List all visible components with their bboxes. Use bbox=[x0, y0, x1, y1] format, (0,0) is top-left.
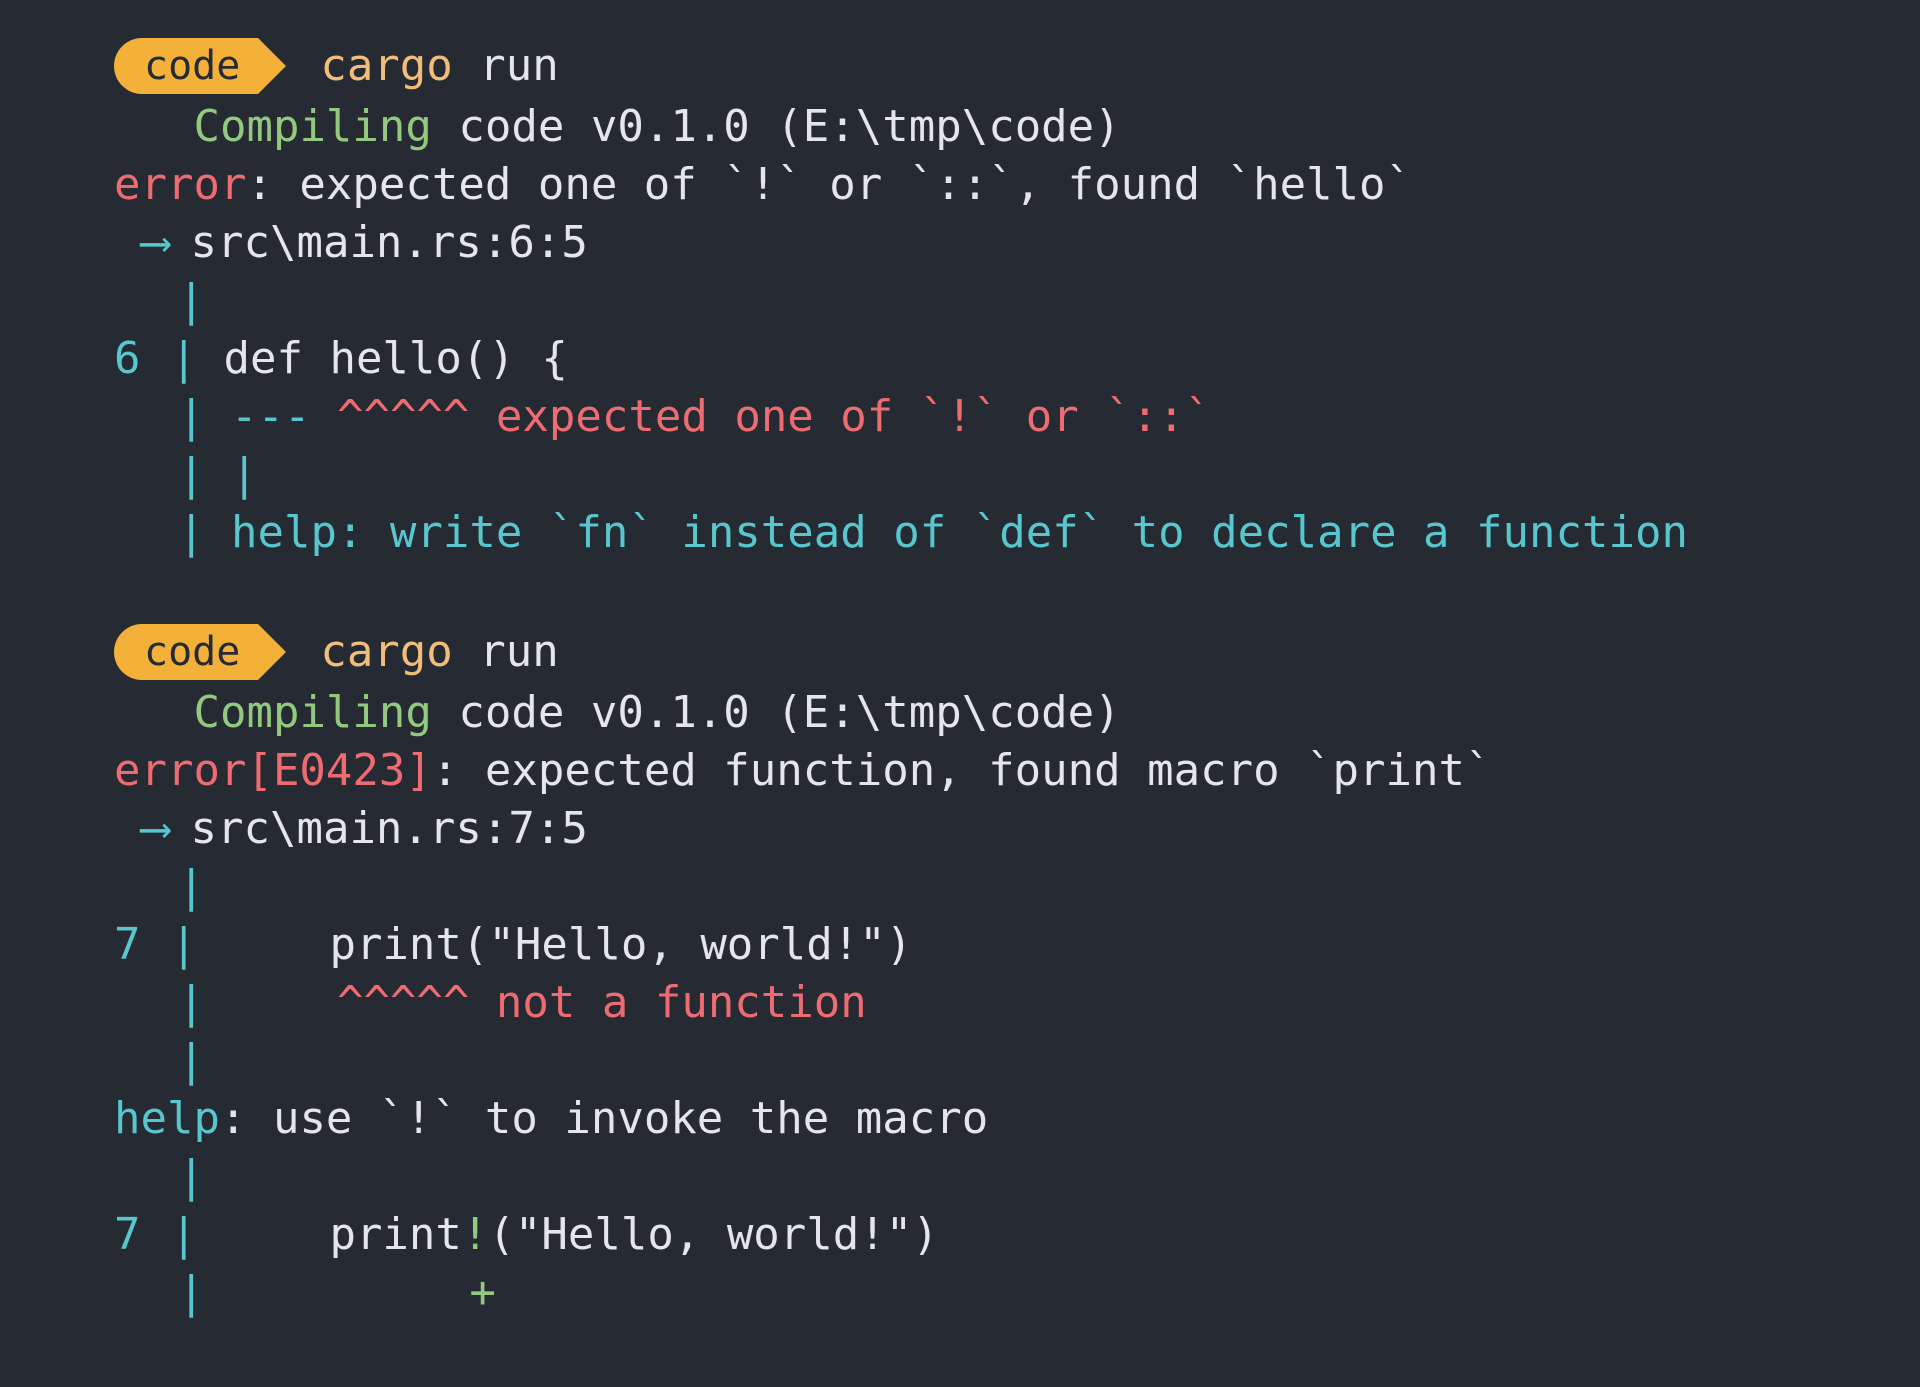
annotation-line-1: | --- ^^^^^ expected one of `!` or `::` bbox=[0, 388, 1920, 446]
prompt-badge-label: code bbox=[144, 43, 241, 89]
block-separator bbox=[0, 562, 1920, 620]
help-text: help: write `fn` instead of `def` to dec… bbox=[204, 507, 1688, 558]
source-line-7a: 7 | print("Hello, world!") bbox=[0, 916, 1920, 974]
prompt-badge-2: code bbox=[114, 624, 287, 680]
command-args: run bbox=[452, 626, 559, 677]
help-label: help bbox=[114, 1093, 220, 1144]
gutter-pipe: | bbox=[178, 507, 205, 558]
error-severity: error bbox=[114, 745, 247, 796]
error-header-1: error: expected one of `!` or `::`, foun… bbox=[0, 156, 1920, 214]
compiling-status: Compiling bbox=[193, 101, 432, 152]
help-text: : use `!` to invoke the macro bbox=[219, 1093, 989, 1144]
command-block-1: code cargo run Compiling code v0.1.0 (E:… bbox=[0, 34, 1920, 562]
command-program: cargo bbox=[320, 40, 453, 91]
gutter-pipe: | bbox=[178, 861, 205, 912]
annotation-carets: ^^^^^ bbox=[310, 391, 470, 442]
prompt-badge-label: code bbox=[144, 629, 241, 675]
gutter-pipe: | bbox=[170, 1209, 198, 1260]
gutter-pipe: | bbox=[170, 333, 198, 384]
gutter-pipe: | bbox=[178, 449, 205, 500]
source-code: def hello() { bbox=[197, 333, 568, 384]
source-code-after: ("Hello, world!") bbox=[488, 1209, 939, 1260]
gutter-pipe: | bbox=[178, 977, 205, 1028]
gutter-pipe: | bbox=[178, 275, 205, 326]
annotation-carets: ^^^^^ bbox=[204, 977, 470, 1028]
help-line-2: help: use `!` to invoke the macro bbox=[0, 1090, 1920, 1148]
arrow-icon: ⟶ bbox=[142, 217, 169, 268]
gutter-blank-3: | bbox=[0, 1032, 1920, 1090]
source-line-7b: 7 | print!("Hello, world!") bbox=[0, 1206, 1920, 1264]
annotation-line-2: | ^^^^^ not a function bbox=[0, 974, 1920, 1032]
prompt-row-1: code cargo run bbox=[0, 34, 1920, 98]
plus-icon: + bbox=[469, 1267, 496, 1318]
annotation-dashes: --- bbox=[204, 391, 311, 442]
command-block-2: code cargo run Compiling code v0.1.0 (E:… bbox=[0, 620, 1920, 1322]
line-number: 7 bbox=[114, 1209, 141, 1260]
compiling-target: code v0.1.0 (E:\tmp\code) bbox=[431, 687, 1121, 738]
gutter-blank-4: | bbox=[0, 1148, 1920, 1206]
macro-bang: ! bbox=[461, 1209, 489, 1260]
error-code: [E0423] bbox=[246, 745, 432, 796]
compiling-status: Compiling bbox=[193, 687, 432, 738]
gutter-bar-1: | | bbox=[0, 446, 1920, 504]
gutter-pipe: | bbox=[178, 1267, 205, 1318]
gutter-pipe: | bbox=[178, 391, 205, 442]
error-message: : expected one of `!` or `::`, found `he… bbox=[246, 159, 1413, 210]
prompt-row-2: code cargo run bbox=[0, 620, 1920, 684]
error-location-2: ⟶ src\main.rs:7:5 bbox=[0, 800, 1920, 858]
error-header-2: error[E0423]: expected function, found m… bbox=[0, 742, 1920, 800]
compiling-line-2: Compiling code v0.1.0 (E:\tmp\code) bbox=[0, 684, 1920, 742]
terminal-output: code cargo run Compiling code v0.1.0 (E:… bbox=[0, 0, 1920, 1387]
error-location-1: ⟶ src\main.rs:6:5 bbox=[0, 214, 1920, 272]
gutter-pipe: | bbox=[178, 1151, 205, 1202]
source-code-before: print bbox=[197, 1209, 462, 1260]
source-line-6: 6 | def hello() { bbox=[0, 330, 1920, 388]
line-number: 7 bbox=[114, 919, 141, 970]
annotation-note: expected one of `!` or `::` bbox=[469, 391, 1212, 442]
command-program: cargo bbox=[320, 626, 453, 677]
gutter-blank-1: | bbox=[0, 272, 1920, 330]
gutter-blank-2: | bbox=[0, 858, 1920, 916]
suggestion-plus-line: | + bbox=[0, 1264, 1920, 1322]
prompt-badge-1: code bbox=[114, 38, 287, 94]
command-text-1: cargo run bbox=[320, 38, 558, 94]
command-args: run bbox=[452, 40, 559, 91]
line-number: 6 bbox=[114, 333, 141, 384]
compiling-line-1: Compiling code v0.1.0 (E:\tmp\code) bbox=[0, 98, 1920, 156]
source-path: src\main.rs:6:5 bbox=[190, 217, 588, 268]
help-line-1: | help: write `fn` instead of `def` to d… bbox=[0, 504, 1920, 562]
command-text-2: cargo run bbox=[320, 624, 558, 680]
compiling-target: code v0.1.0 (E:\tmp\code) bbox=[431, 101, 1121, 152]
source-code: print("Hello, world!") bbox=[197, 919, 913, 970]
arrow-icon: ⟶ bbox=[142, 803, 169, 854]
error-message: : expected function, found macro `print` bbox=[431, 745, 1492, 796]
source-path: src\main.rs:7:5 bbox=[190, 803, 588, 854]
inner-bar: | bbox=[204, 449, 258, 500]
gutter-pipe: | bbox=[170, 919, 198, 970]
error-severity: error bbox=[114, 159, 247, 210]
annotation-note: not a function bbox=[469, 977, 867, 1028]
gutter-pipe: | bbox=[178, 1035, 205, 1086]
